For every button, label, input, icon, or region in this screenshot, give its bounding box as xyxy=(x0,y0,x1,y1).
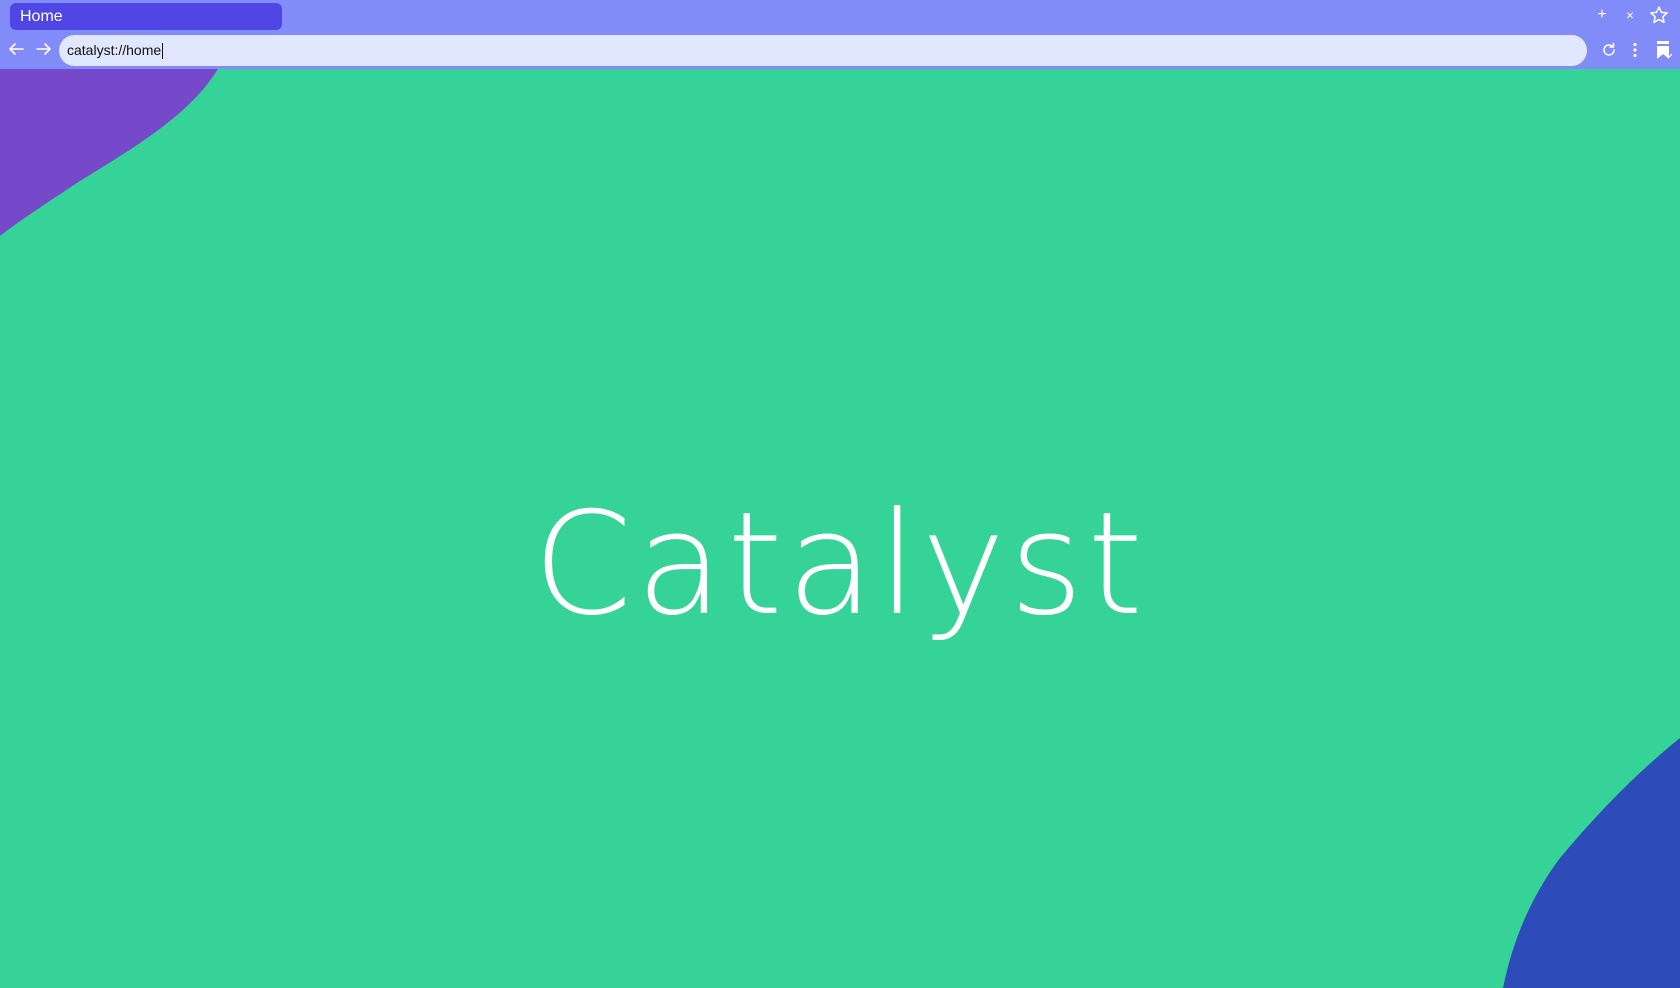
close-icon: × xyxy=(1625,7,1635,23)
bookmark-star-button[interactable] xyxy=(1647,3,1671,27)
page-title: Catalyst xyxy=(532,482,1147,647)
reload-button[interactable] xyxy=(1597,38,1621,62)
star-icon xyxy=(1650,6,1668,24)
bookmarks-button[interactable] xyxy=(1653,37,1675,63)
menu-button[interactable] xyxy=(1626,38,1644,62)
forward-arrow-icon xyxy=(36,43,51,55)
address-bar-text[interactable]: catalyst://home xyxy=(67,35,161,66)
browser-chrome: Home + × catalyst://home xyxy=(0,0,1680,69)
tab-home[interactable]: Home xyxy=(10,3,282,30)
plus-icon: + xyxy=(1597,6,1607,23)
close-tab-button[interactable]: × xyxy=(1620,5,1640,25)
decorative-blob-bottom-right xyxy=(1503,738,1680,988)
browser-window: Home + × catalyst://home Catalyst xyxy=(0,0,1680,988)
back-arrow-icon xyxy=(9,43,24,55)
tab-title: Home xyxy=(20,8,63,25)
reload-icon xyxy=(1603,42,1615,56)
bookmarks-icon xyxy=(1657,41,1672,59)
back-button[interactable] xyxy=(5,38,27,60)
forward-button[interactable] xyxy=(33,38,55,60)
address-bar[interactable]: catalyst://home xyxy=(59,35,1587,66)
decorative-blob-top-left xyxy=(0,69,218,236)
kebab-menu-icon xyxy=(1633,42,1637,58)
text-caret xyxy=(162,42,164,59)
new-tab-button[interactable]: + xyxy=(1592,5,1612,25)
